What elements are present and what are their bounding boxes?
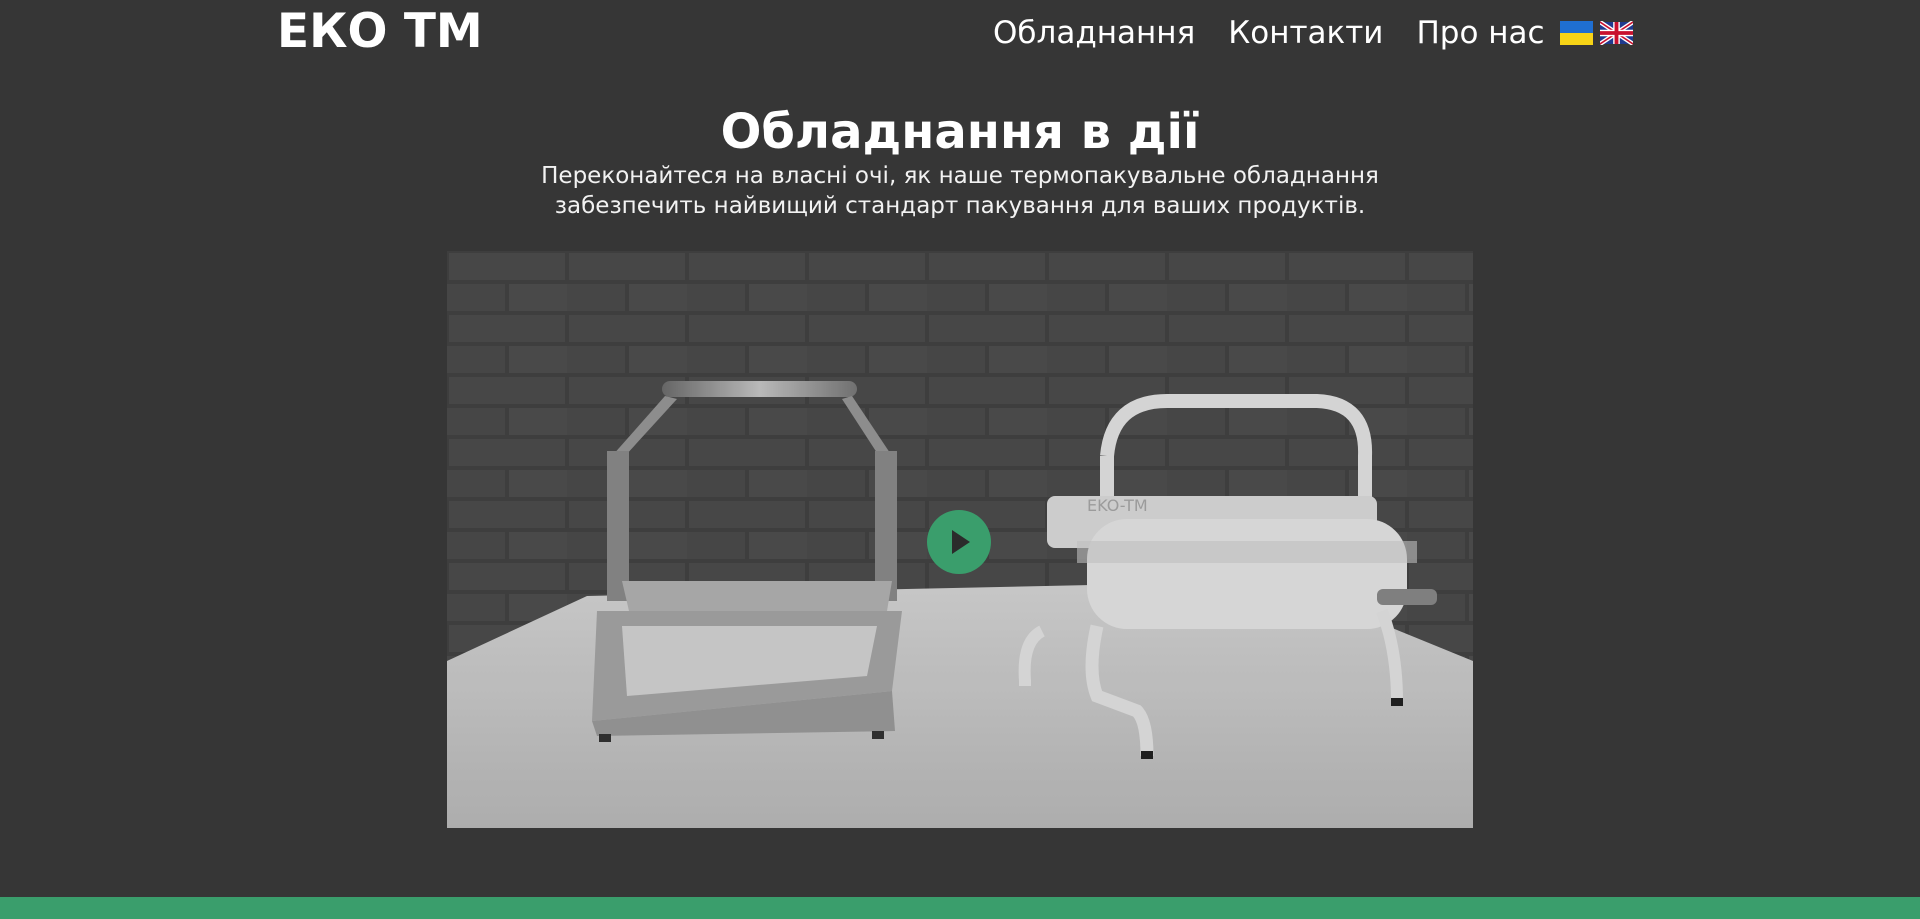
uk-flag-icon[interactable] [1599, 21, 1633, 45]
subtitle-line-1: Переконайтеся на власні очі, як наше тер… [541, 163, 1379, 189]
equipment-video[interactable]: EKO-TM [447, 251, 1473, 828]
language-switcher [1559, 21, 1633, 45]
subtitle-line-2: забезпечить найвищий стандарт пакування … [554, 193, 1366, 219]
section-title: Обладнання в дії [720, 104, 1200, 160]
nav-link-contacts[interactable]: Контакти [1228, 12, 1383, 54]
play-button[interactable] [927, 510, 991, 574]
nav-link-equipment[interactable]: Обладнання [993, 12, 1195, 54]
page: ЕКО ТМ Обладнання Контакти Про нас Облад… [0, 0, 1920, 919]
site-logo[interactable]: ЕКО ТМ [277, 2, 483, 62]
main-nav: Обладнання Контакти Про нас [993, 12, 1633, 54]
nav-link-about[interactable]: Про нас [1416, 12, 1544, 54]
section-subtitle: Переконайтеся на власні очі, як наше тер… [0, 161, 1920, 221]
footer-accent-bar [0, 897, 1920, 919]
play-icon [952, 530, 970, 554]
ukraine-flag-icon[interactable] [1559, 21, 1593, 45]
